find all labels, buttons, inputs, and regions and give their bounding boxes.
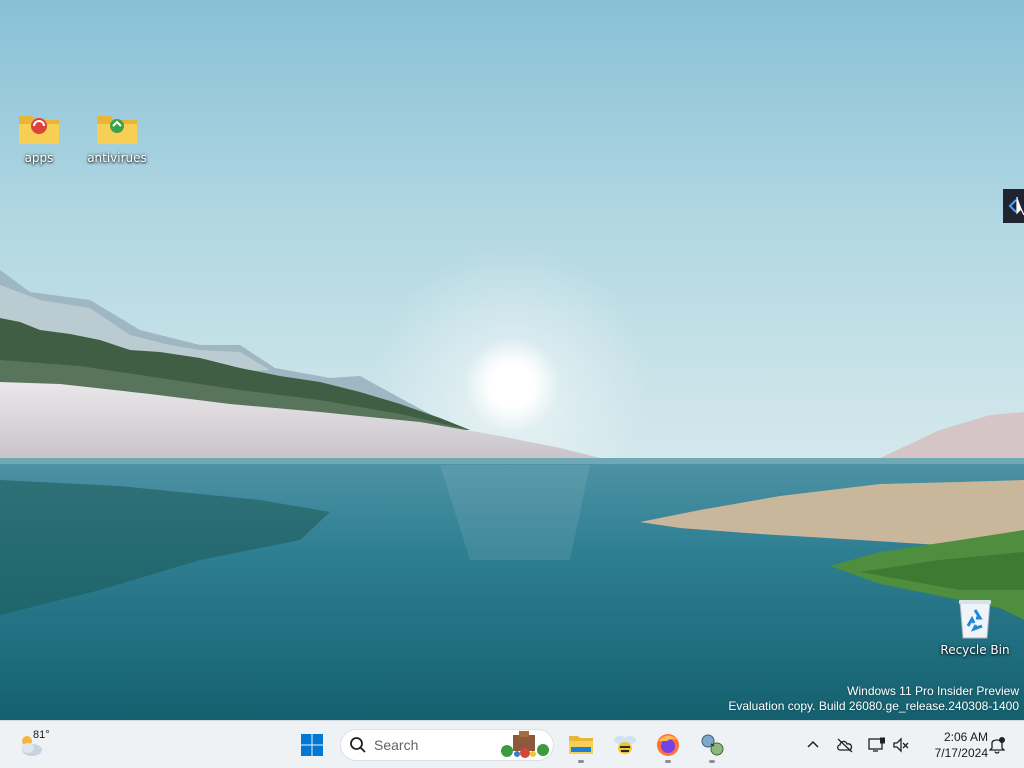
weather-temperature: 81° xyxy=(33,729,50,741)
chevron-up-icon xyxy=(807,740,819,748)
notification-button[interactable] xyxy=(987,735,1007,755)
taskbar-network-tool[interactable] xyxy=(692,725,732,765)
running-indicator xyxy=(709,760,715,763)
clock-date: 7/17/2024 xyxy=(934,746,988,760)
running-indicator xyxy=(665,760,671,763)
taskbar-bee-app[interactable] xyxy=(605,725,645,765)
start-button[interactable] xyxy=(292,725,332,765)
network-tray-button[interactable] xyxy=(867,735,887,755)
onedrive-tray-button[interactable] xyxy=(835,735,855,755)
bee-icon xyxy=(614,736,636,754)
desktop-icon-antivirues[interactable]: antivirues xyxy=(79,108,155,165)
firefox-icon xyxy=(657,734,679,756)
desktop-icon-label: antivirues xyxy=(87,151,147,165)
monitor-icon xyxy=(868,737,885,752)
clock-time: 2:06 AM xyxy=(943,730,988,744)
desktop-icon-label: apps xyxy=(24,151,54,165)
folder-icon xyxy=(19,116,59,144)
search-placeholder: Search xyxy=(374,737,419,753)
watermark-line2: Evaluation copy. Build 26080.ge_release.… xyxy=(728,699,1019,713)
notification-bell-icon xyxy=(989,737,1005,754)
desktop-icon-recycle-bin[interactable]: Recycle Bin xyxy=(937,596,1013,657)
volume-tray-button[interactable] xyxy=(891,735,911,755)
taskbar-clock[interactable]: 2:06 AM 7/17/2024 xyxy=(916,729,988,761)
file-explorer-icon xyxy=(569,736,593,754)
search-icon xyxy=(350,737,366,753)
taskbar-firefox[interactable] xyxy=(648,725,688,765)
watermark-line1: Windows 11 Pro Insider Preview xyxy=(847,684,1019,698)
cloud-offline-icon xyxy=(837,738,853,753)
weather-widget[interactable]: 81° xyxy=(14,725,54,765)
running-indicator xyxy=(578,760,584,763)
taskbar-file-explorer[interactable] xyxy=(561,725,601,765)
volume-muted-icon xyxy=(893,737,909,753)
desktop: apps antivirues Recycle Bin Windows 11 P… xyxy=(0,0,1024,768)
search-highlight-icon xyxy=(501,731,549,758)
show-hidden-icons-button[interactable] xyxy=(803,735,823,755)
recycle-bin-icon xyxy=(959,600,991,639)
desktop-icon-label: Recycle Bin xyxy=(940,643,1010,657)
folder-icon xyxy=(97,116,137,144)
taskbar-search-box[interactable]: Search xyxy=(340,729,554,761)
windows-logo-icon xyxy=(301,734,323,756)
chevron-left-icon xyxy=(1008,197,1024,216)
desktop-icon-apps[interactable]: apps xyxy=(1,108,77,165)
network-tool-icon xyxy=(701,734,724,756)
taskbar: 81° Search 2:06 AM 7/17/2024 xyxy=(0,720,1024,768)
side-panel-tab[interactable] xyxy=(1003,189,1024,223)
windows-watermark: Windows 11 Pro Insider Preview Evaluatio… xyxy=(728,684,1019,714)
